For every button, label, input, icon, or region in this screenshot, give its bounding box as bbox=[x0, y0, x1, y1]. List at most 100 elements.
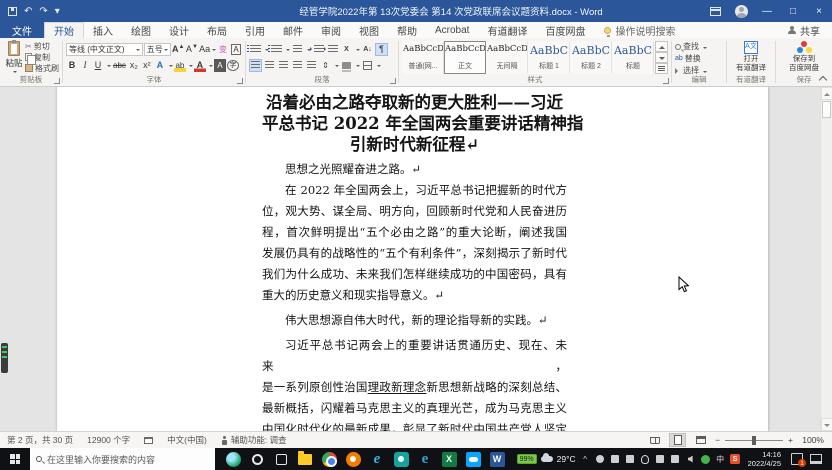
doc-line[interactable]: 我们为什么成功、未来我们怎样继续成功的中国密码，具有 bbox=[262, 264, 567, 285]
tab-references[interactable]: 引用 bbox=[236, 22, 274, 38]
browser-globe-icon[interactable] bbox=[221, 448, 245, 470]
bullets-button[interactable] bbox=[249, 43, 262, 56]
doc-line[interactable]: 发展仍具有的战略性的“五个有利条件”，深刻揭示了新时代 bbox=[262, 243, 567, 264]
baidu-netdisk-icon[interactable] bbox=[461, 448, 485, 470]
tab-design[interactable]: 设计 bbox=[160, 22, 198, 38]
doc-paragraph[interactable]: 思想之光照耀奋进之路。↵ bbox=[262, 159, 567, 180]
tray-box-icon[interactable] bbox=[625, 454, 636, 465]
tab-help[interactable]: 帮助 bbox=[388, 22, 426, 38]
language-indicator[interactable]: 中文(中国) bbox=[160, 434, 214, 446]
edge-icon[interactable]: e bbox=[413, 448, 437, 470]
bold-button[interactable]: B bbox=[66, 59, 78, 72]
excel-icon[interactable]: X bbox=[437, 448, 461, 470]
paragraph-dialog-launcher[interactable] bbox=[390, 78, 396, 84]
account-avatar[interactable] bbox=[728, 0, 754, 22]
start-button[interactable] bbox=[0, 448, 30, 470]
italic-button[interactable]: I bbox=[79, 59, 91, 72]
doc-line[interactable]: 位，观大势、谋全局、明方向，回顾新时代党和人民奋进历 bbox=[262, 201, 567, 222]
tab-layout[interactable]: 布局 bbox=[198, 22, 236, 38]
word-count[interactable]: 12900 个字 bbox=[80, 434, 137, 446]
style-card-1[interactable]: AaBbCcDd普通(网... bbox=[402, 41, 444, 74]
doc-line[interactable]: 最新概括，闪耀着马克思主义的真理光芒，成为马克思主义 bbox=[262, 398, 567, 419]
doc-title-line[interactable]: 沿着必由之路夺取新的更大胜利——习近 bbox=[262, 92, 567, 113]
underlined-phrase[interactable]: 理政新理念 bbox=[368, 380, 427, 394]
tab-youdao-translate[interactable]: 有道翻译 bbox=[478, 22, 536, 38]
doc-title-line[interactable]: 平总书记 2022 年全国两会重要讲话精神指 bbox=[262, 113, 567, 134]
phonetic-guide-button[interactable]: 变 bbox=[217, 43, 229, 56]
text-effects-button[interactable]: A bbox=[154, 59, 166, 72]
subscript-button[interactable]: x₂ bbox=[128, 59, 140, 72]
tray-security-green-icon[interactable] bbox=[700, 454, 711, 465]
qat-customize-icon[interactable]: ▾ bbox=[55, 6, 60, 17]
scrollbar-thumb[interactable] bbox=[822, 101, 831, 118]
align-center-button[interactable] bbox=[263, 59, 276, 72]
font-family-combo[interactable]: 等线 (中文正文) bbox=[66, 43, 143, 56]
highlight-color-button[interactable]: ab bbox=[174, 59, 186, 72]
taskbar-clock[interactable]: 14:16 2022/4/25 bbox=[745, 450, 784, 468]
web-layout-button[interactable] bbox=[692, 433, 709, 447]
undo-icon[interactable]: ↶ bbox=[24, 6, 32, 17]
borders-button[interactable] bbox=[361, 59, 374, 72]
chrome-orange-icon[interactable] bbox=[341, 448, 365, 470]
action-center-button[interactable] bbox=[810, 454, 822, 464]
doc-line[interactable]: 中国化时代化的最新成果，彰显了新时代中国共产党人坚定 bbox=[262, 419, 567, 431]
ribbon-display-options-button[interactable] bbox=[702, 0, 728, 22]
chrome-icon[interactable] bbox=[317, 448, 341, 470]
doc-line[interactable]: 习近平总书记两会上的重要讲话贯通历史、现在、未来， bbox=[262, 335, 567, 377]
grow-font-button[interactable]: A▲ bbox=[172, 43, 185, 56]
tab-insert[interactable]: 插入 bbox=[84, 22, 122, 38]
font-dialog-launcher[interactable] bbox=[237, 78, 243, 84]
page-indicator[interactable]: 第 2 页，共 30 页 bbox=[0, 434, 80, 446]
enclose-characters-button[interactable]: 字 bbox=[227, 60, 239, 71]
asian-layout-button[interactable]: X bbox=[340, 43, 353, 56]
tray-keyboard-icon[interactable] bbox=[655, 454, 666, 465]
tray-volume-icon[interactable] bbox=[685, 454, 696, 465]
doc-title-line[interactable]: 引新时代新征程↵ bbox=[262, 134, 567, 155]
strikethrough-button[interactable]: abc bbox=[112, 59, 127, 72]
doc-line[interactable]: 在 2022 年全国两会上，习近平总书记把握新的时代方 bbox=[262, 180, 567, 201]
character-shading-button[interactable]: A bbox=[214, 59, 226, 72]
style-card-5[interactable]: AaBbC标题 2 bbox=[570, 41, 612, 74]
find-button[interactable]: 查找 bbox=[675, 41, 723, 52]
shading-button[interactable] bbox=[340, 59, 353, 72]
tray-display-icon[interactable] bbox=[610, 454, 621, 465]
doc-paragraph[interactable]: 在 2022 年全国两会上，习近平总书记把握新的时代方位，观大势、谋全局、明方向… bbox=[262, 180, 567, 306]
task-view-icon[interactable] bbox=[269, 448, 293, 470]
tab-baidu-netdisk[interactable]: 百度网盘 bbox=[536, 22, 594, 38]
redo-icon[interactable]: ↷ bbox=[39, 6, 47, 17]
style-card-2[interactable]: AaBbCcDd正文 bbox=[444, 41, 486, 74]
scroll-up-button[interactable] bbox=[821, 87, 832, 100]
file-explorer-icon[interactable] bbox=[293, 448, 317, 470]
proofing-status[interactable] bbox=[137, 437, 160, 444]
zoom-slider-thumb[interactable] bbox=[752, 436, 756, 445]
screen-recorder-handle[interactable] bbox=[1, 343, 8, 373]
cortana-icon[interactable] bbox=[245, 448, 269, 470]
save-icon[interactable] bbox=[8, 7, 17, 16]
maximize-button[interactable]: □ bbox=[780, 0, 806, 22]
tab-mailings[interactable]: 邮件 bbox=[274, 22, 312, 38]
read-mode-button[interactable] bbox=[646, 433, 663, 447]
doc-line[interactable]: 是一系列原创性治国理政新理念新思想新战略的深刻总结、 bbox=[262, 377, 567, 398]
open-youdao-translate-button[interactable]: A文 打开有道翻译 bbox=[736, 41, 766, 72]
battery-indicator[interactable]: 99% bbox=[517, 454, 537, 464]
doc-line[interactable]: 程，首次鲜明提出“五个必由之路”的重大论断，阐述我国 bbox=[262, 222, 567, 243]
distribute-button[interactable] bbox=[305, 59, 318, 72]
styles-dialog-launcher[interactable] bbox=[663, 78, 669, 84]
show-marks-button[interactable]: ¶ bbox=[375, 43, 388, 56]
copy-button[interactable]: 复制 bbox=[25, 52, 59, 62]
document-canvas[interactable]: 沿着必由之路夺取新的更大胜利——习近平总书记 2022 年全国两会重要讲话精神指… bbox=[0, 87, 832, 431]
tab-view[interactable]: 视图 bbox=[350, 22, 388, 38]
style-card-3[interactable]: AaBbCcDd无间隔 bbox=[486, 41, 528, 74]
accessibility-status[interactable]: 辅助功能: 调查 bbox=[214, 434, 294, 446]
styles-scroll-up-button[interactable] bbox=[655, 41, 668, 52]
tab-draw[interactable]: 绘图 bbox=[122, 22, 160, 38]
tray-input-pin-icon[interactable]: 中 bbox=[715, 454, 726, 465]
numbering-button[interactable] bbox=[270, 43, 283, 56]
taskbar-search-box[interactable]: 在这里输入你要搜索的内容 bbox=[30, 448, 215, 470]
change-case-button[interactable]: Aa bbox=[199, 43, 216, 56]
multilevel-list-button[interactable] bbox=[291, 43, 304, 56]
align-right-button[interactable] bbox=[277, 59, 290, 72]
temperature[interactable]: 29°C bbox=[557, 454, 576, 464]
notification-window-icon[interactable]: 1 bbox=[791, 453, 803, 465]
doc-line[interactable]: 重大的历史意义和现实指导意义。↵ bbox=[262, 285, 567, 306]
